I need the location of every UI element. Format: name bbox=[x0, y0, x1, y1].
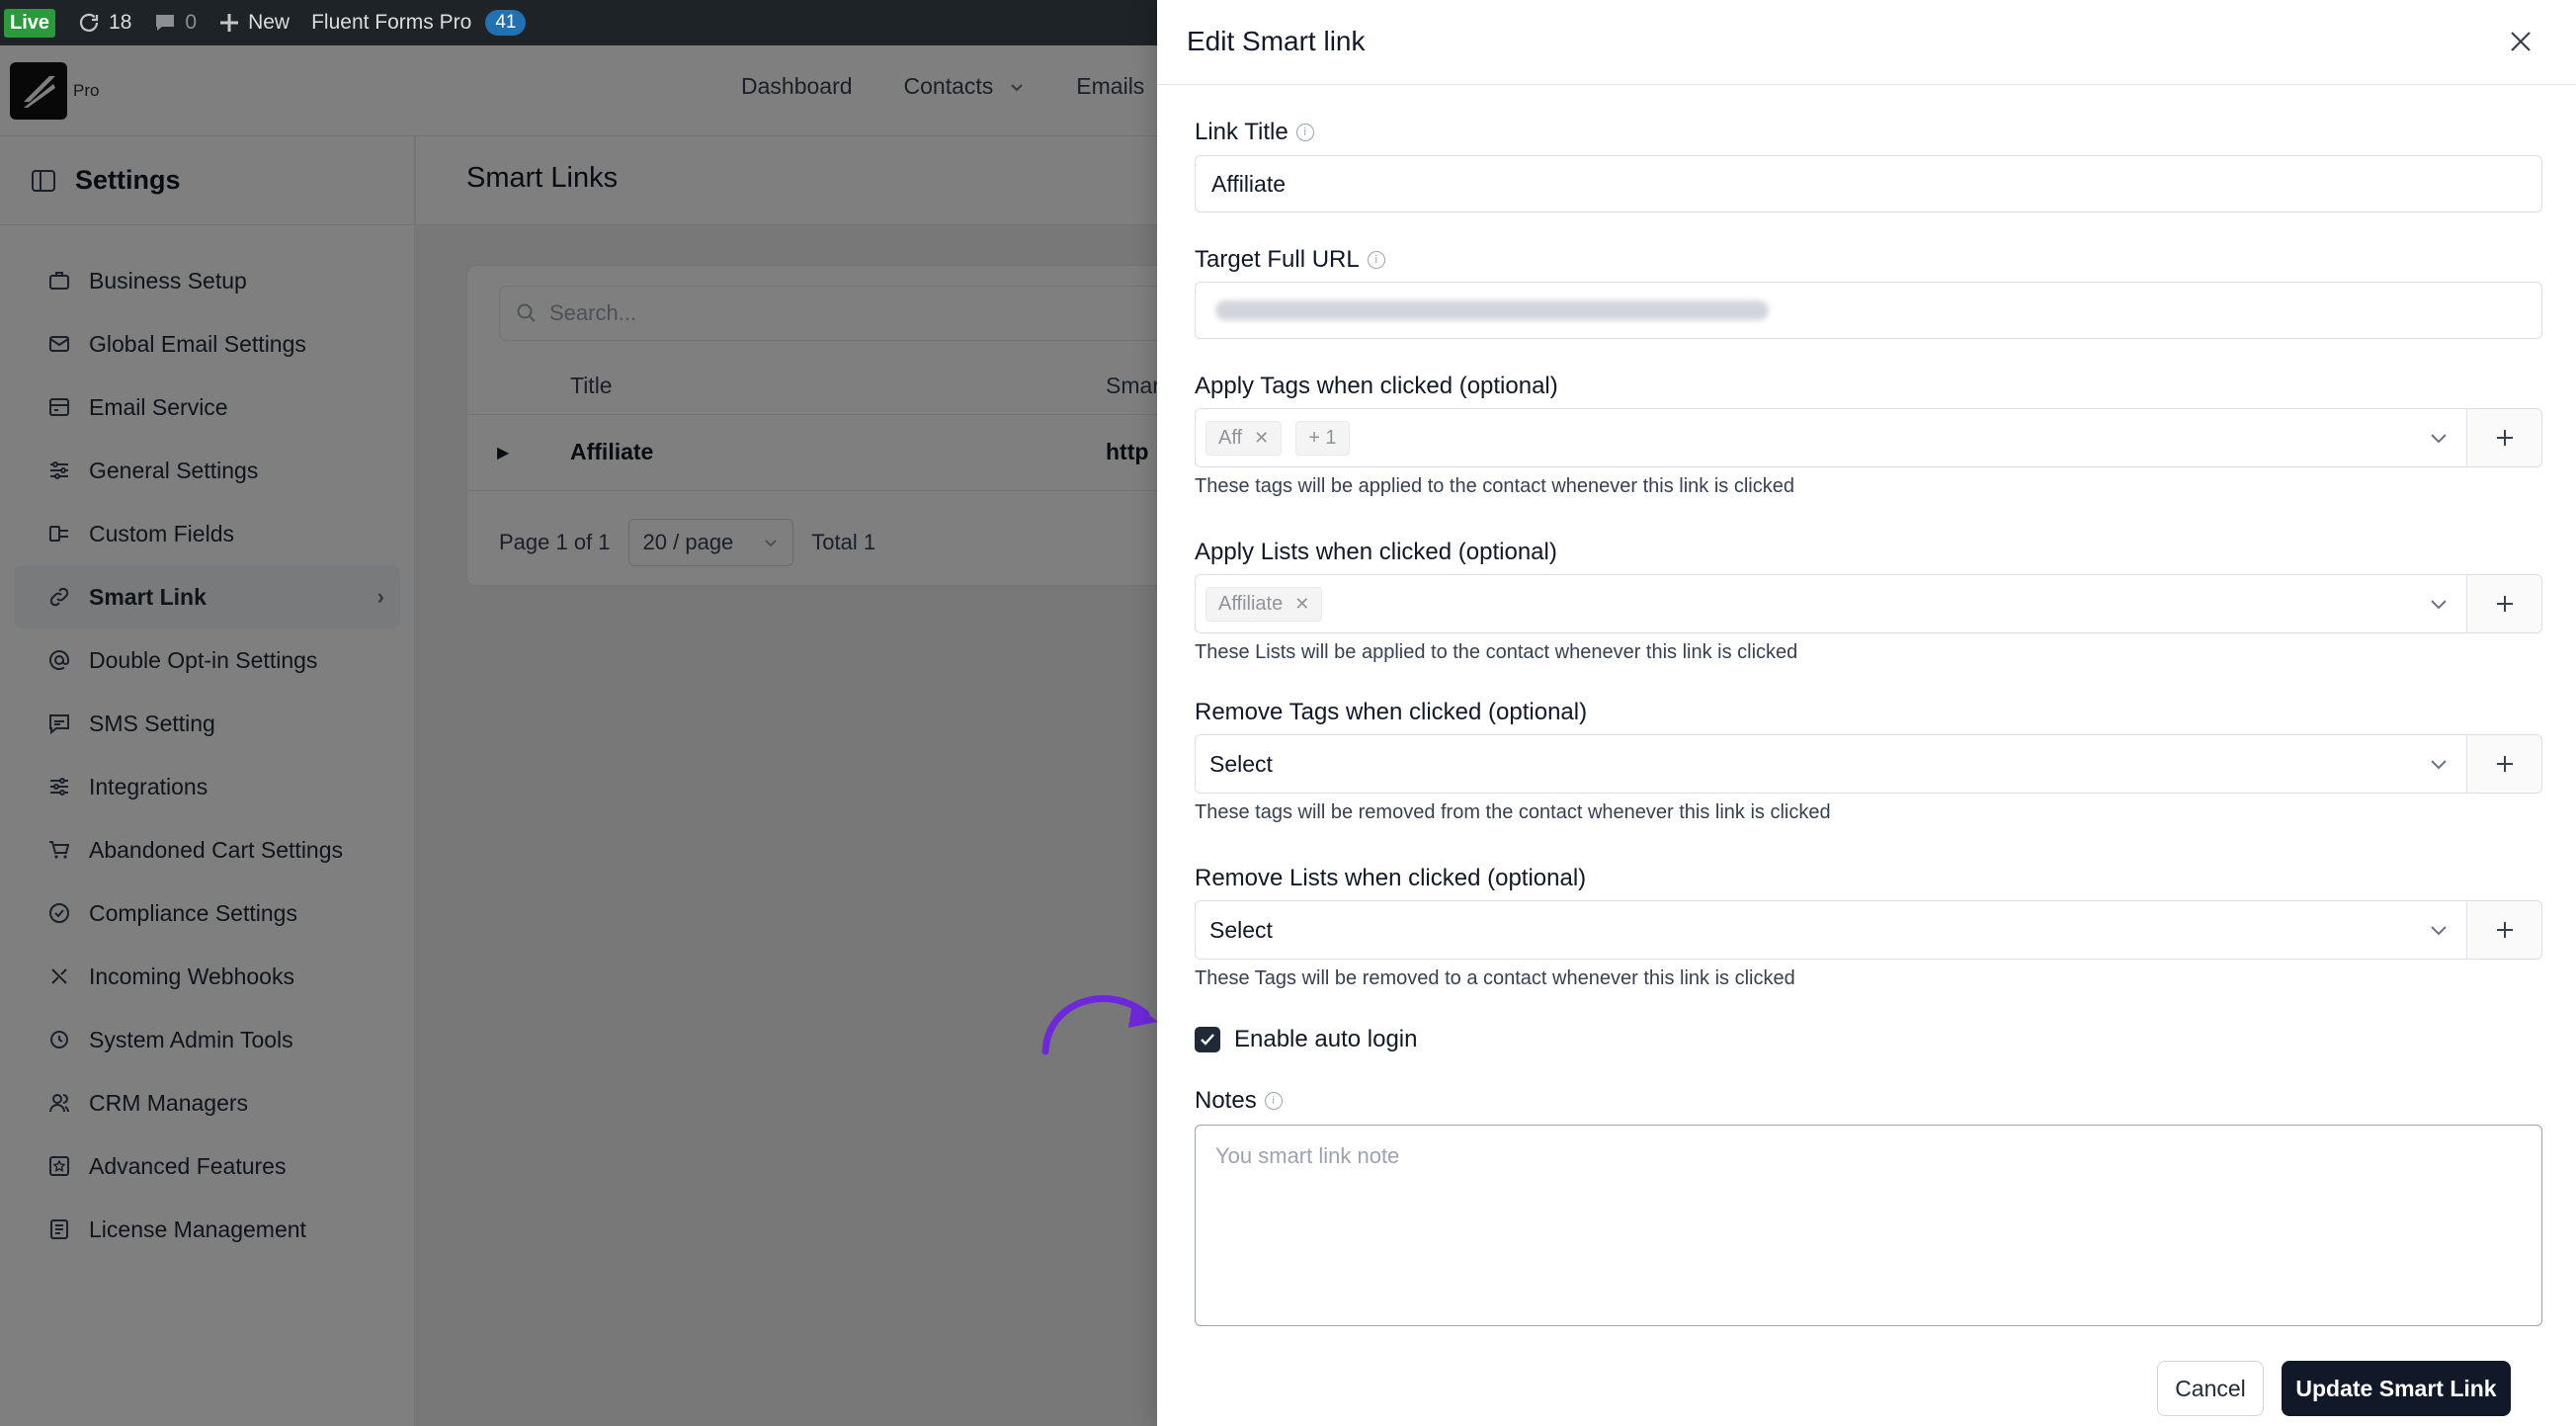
plus-icon bbox=[2496, 756, 2513, 772]
chevron-down-icon bbox=[2431, 600, 2447, 610]
checkbox-checked[interactable] bbox=[1195, 1027, 1220, 1052]
new-item[interactable]: New bbox=[218, 11, 290, 35]
comments-item[interactable]: 0 bbox=[153, 11, 197, 35]
apply-tags-help: These tags will be applied to the contac… bbox=[1195, 475, 1794, 497]
edit-smart-link-drawer: Edit Smart link Link Title i Affiliate T… bbox=[1157, 0, 2576, 1426]
tag-more-label: + 1 bbox=[1308, 426, 1337, 449]
add-tag-button[interactable] bbox=[2466, 409, 2541, 466]
apply-lists-label-text: Apply Lists when clicked (optional) bbox=[1195, 539, 1557, 565]
dropdown-toggle[interactable] bbox=[2411, 427, 2466, 449]
target-url-label-text: Target Full URL bbox=[1195, 246, 1360, 273]
close-icon bbox=[2511, 32, 2531, 51]
remove-list-icon[interactable]: ✕ bbox=[1294, 594, 1309, 615]
plus-icon bbox=[2496, 430, 2513, 446]
new-label: New bbox=[248, 11, 291, 34]
dropdown-toggle[interactable] bbox=[2411, 919, 2466, 941]
remove-tags-help: These tags will be removed from the cont… bbox=[1195, 801, 1831, 823]
close-button[interactable] bbox=[2503, 24, 2538, 59]
apply-tags-label: Apply Tags when clicked (optional) bbox=[1195, 373, 1558, 400]
plugin-count-badge: 41 bbox=[485, 10, 527, 36]
remove-lists-label: Remove Lists when clicked (optional) bbox=[1195, 865, 1586, 892]
apply-lists-select[interactable]: Affiliate ✕ bbox=[1195, 574, 2542, 633]
target-url-input[interactable] bbox=[1195, 282, 2542, 339]
apply-tags-values: Aff ✕ + 1 bbox=[1196, 409, 2411, 466]
cancel-button[interactable]: Cancel bbox=[2157, 1361, 2264, 1416]
updates-count: 18 bbox=[109, 11, 132, 34]
remove-tags-label-text: Remove Tags when clicked (optional) bbox=[1195, 699, 1588, 725]
annotation-arrow-icon bbox=[1041, 995, 1158, 1055]
redacted-url bbox=[1215, 300, 1769, 320]
notes-placeholder: You smart link note bbox=[1215, 1143, 1400, 1168]
dropdown-toggle[interactable] bbox=[2411, 593, 2466, 615]
notes-textarea[interactable]: You smart link note bbox=[1195, 1125, 2542, 1326]
chevron-down-icon bbox=[2431, 434, 2447, 444]
check-icon bbox=[1201, 1034, 1214, 1046]
info-icon[interactable]: i bbox=[1367, 251, 1385, 269]
remove-lists-select[interactable]: Select bbox=[1195, 900, 2542, 960]
list-chip: Affiliate ✕ bbox=[1205, 586, 1323, 622]
link-title-label: Link Title i bbox=[1195, 119, 1314, 146]
tag-chip-label: Aff bbox=[1218, 426, 1243, 449]
remove-tags-label: Remove Tags when clicked (optional) bbox=[1195, 699, 1587, 726]
tag-more-chip: + 1 bbox=[1295, 420, 1350, 456]
add-remove-tag-button[interactable] bbox=[2466, 735, 2541, 793]
refresh-icon bbox=[79, 13, 99, 32]
plugin-item[interactable]: Fluent Forms Pro 41 bbox=[311, 10, 527, 36]
updates-item[interactable]: 18 bbox=[77, 11, 131, 35]
remove-lists-help: These Tags will be removed to a contact … bbox=[1195, 967, 1795, 989]
add-remove-list-button[interactable] bbox=[2466, 901, 2541, 959]
info-icon[interactable]: i bbox=[1264, 1092, 1283, 1110]
apply-tags-label-text: Apply Tags when clicked (optional) bbox=[1195, 373, 1558, 399]
plus-icon bbox=[2496, 922, 2513, 938]
link-title-value: Affiliate bbox=[1211, 170, 1287, 197]
update-smart-link-button[interactable]: Update Smart Link bbox=[2282, 1361, 2511, 1416]
apply-lists-label: Apply Lists when clicked (optional) bbox=[1195, 539, 1557, 566]
plugin-label: Fluent Forms Pro bbox=[311, 11, 472, 34]
remove-tags-values: Select bbox=[1196, 735, 2411, 793]
comments-count: 0 bbox=[185, 11, 198, 34]
modal-overlay[interactable] bbox=[0, 45, 1157, 1426]
notes-label: Notes i bbox=[1195, 1087, 1283, 1115]
dropdown-toggle[interactable] bbox=[2411, 753, 2466, 775]
link-title-label-text: Link Title bbox=[1195, 119, 1288, 145]
remove-lists-label-text: Remove Lists when clicked (optional) bbox=[1195, 865, 1587, 891]
remove-tags-select[interactable]: Select bbox=[1195, 734, 2542, 794]
plus-icon bbox=[220, 14, 239, 32]
apply-lists-values: Affiliate ✕ bbox=[1196, 575, 2411, 632]
remove-tag-icon[interactable]: ✕ bbox=[1254, 428, 1269, 449]
remove-lists-placeholder: Select bbox=[1209, 916, 1273, 943]
chevron-down-icon bbox=[2431, 760, 2447, 770]
list-chip-label: Affiliate bbox=[1218, 592, 1284, 615]
info-icon[interactable]: i bbox=[1295, 124, 1314, 141]
add-list-button[interactable] bbox=[2466, 575, 2541, 632]
apply-lists-help: These Lists will be applied to the conta… bbox=[1195, 641, 1798, 663]
tag-chip: Aff ✕ bbox=[1205, 420, 1283, 456]
auto-login-label: Enable auto login bbox=[1234, 1026, 1418, 1052]
remove-lists-values: Select bbox=[1196, 901, 2411, 959]
chevron-down-icon bbox=[2431, 926, 2447, 936]
drawer-header: Edit Smart link bbox=[1157, 0, 2576, 85]
target-url-label: Target Full URL i bbox=[1195, 246, 1385, 274]
comment-icon bbox=[156, 15, 175, 31]
plus-icon bbox=[2496, 596, 2513, 612]
drawer-title: Edit Smart link bbox=[1187, 26, 1366, 56]
apply-tags-select[interactable]: Aff ✕ + 1 bbox=[1195, 408, 2542, 467]
auto-login-checkbox[interactable]: Enable auto login bbox=[1195, 1026, 1417, 1053]
live-badge[interactable]: Live bbox=[4, 8, 56, 38]
notes-label-text: Notes bbox=[1195, 1087, 1257, 1114]
remove-tags-placeholder: Select bbox=[1209, 750, 1273, 777]
link-title-input[interactable]: Affiliate bbox=[1195, 155, 2542, 212]
